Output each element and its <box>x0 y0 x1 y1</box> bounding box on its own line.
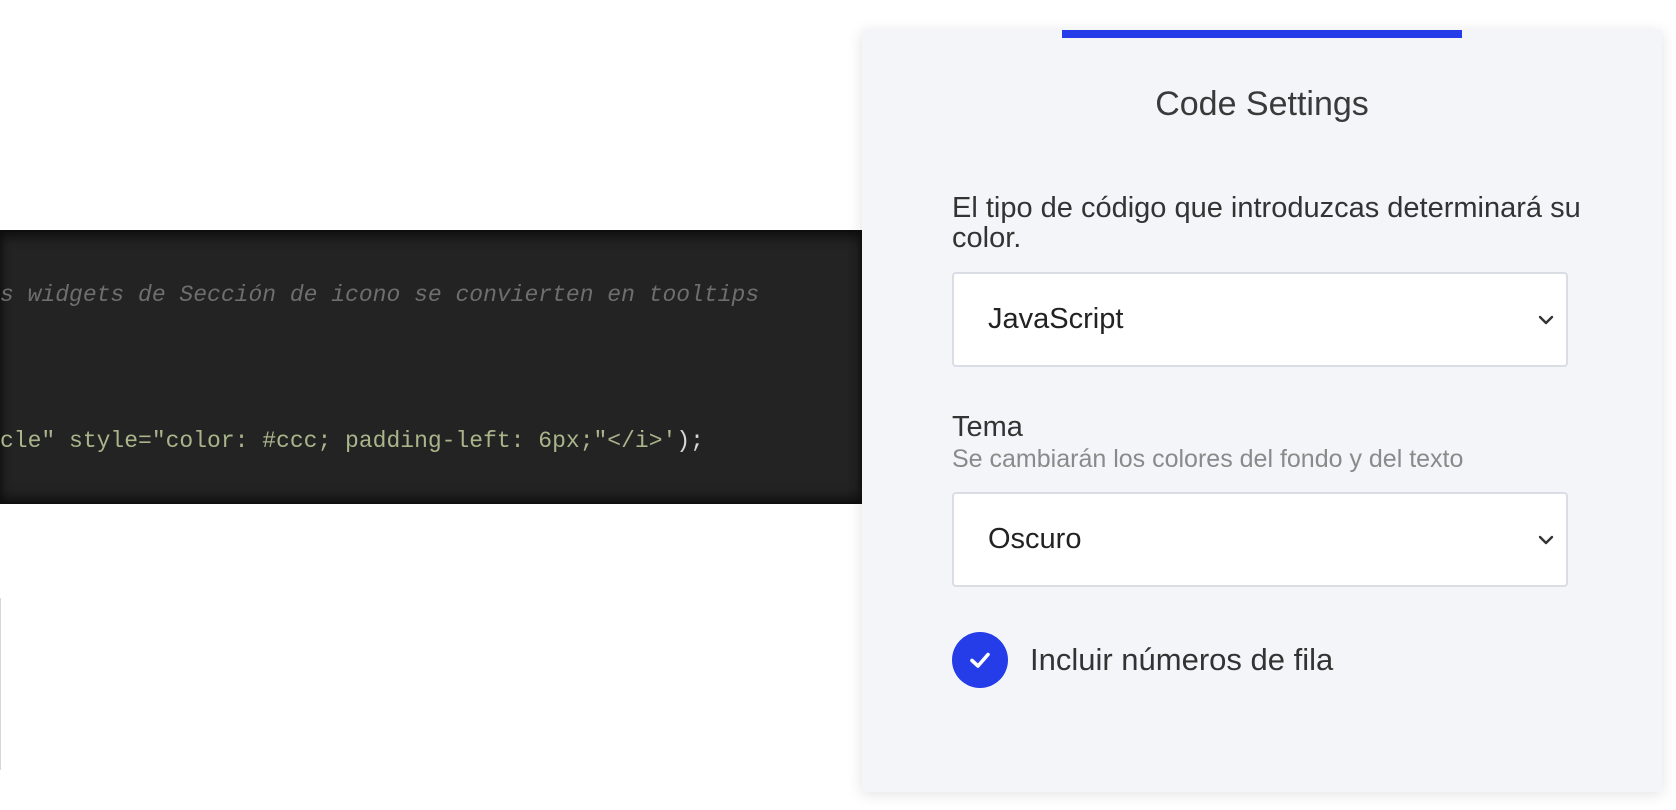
theme-hint: Se cambiarán los colores del fondo y del… <box>952 445 1464 473</box>
checkbox-circle[interactable] <box>952 632 1008 688</box>
theme-select-value: Oscuro <box>988 523 1082 555</box>
checkmark-icon <box>970 652 990 668</box>
chevron-down-icon <box>1538 535 1554 545</box>
code-statement-line: cle" style="color: #ccc; padding-left: 6… <box>0 426 704 456</box>
line-numbers-label: Incluir números de fila <box>1030 642 1334 677</box>
panel-accent-bar <box>1062 30 1462 38</box>
panel-title: Code Settings <box>1155 85 1369 123</box>
line-numbers-checkbox[interactable]: Incluir números de fila <box>952 632 1333 688</box>
language-select[interactable]: JavaScript <box>952 272 1568 367</box>
code-string-token: cle" style="color: #ccc; padding-left: 6… <box>0 428 677 454</box>
theme-label: Tema <box>952 411 1023 443</box>
code-comment-line: s widgets de Sección de icono se convier… <box>0 282 760 308</box>
language-select-value: JavaScript <box>988 303 1124 335</box>
code-editor[interactable]: s widgets de Sección de icono se convier… <box>0 230 862 504</box>
language-label: El tipo de código que introduzcas determ… <box>952 192 1581 254</box>
code-settings-panel: Code Settings El tipo de código que intr… <box>862 30 1662 792</box>
chevron-down-icon <box>1538 315 1554 325</box>
theme-select[interactable]: Oscuro <box>952 492 1568 587</box>
page-divider <box>0 598 1 770</box>
code-punctuation-token: ); <box>676 428 704 454</box>
